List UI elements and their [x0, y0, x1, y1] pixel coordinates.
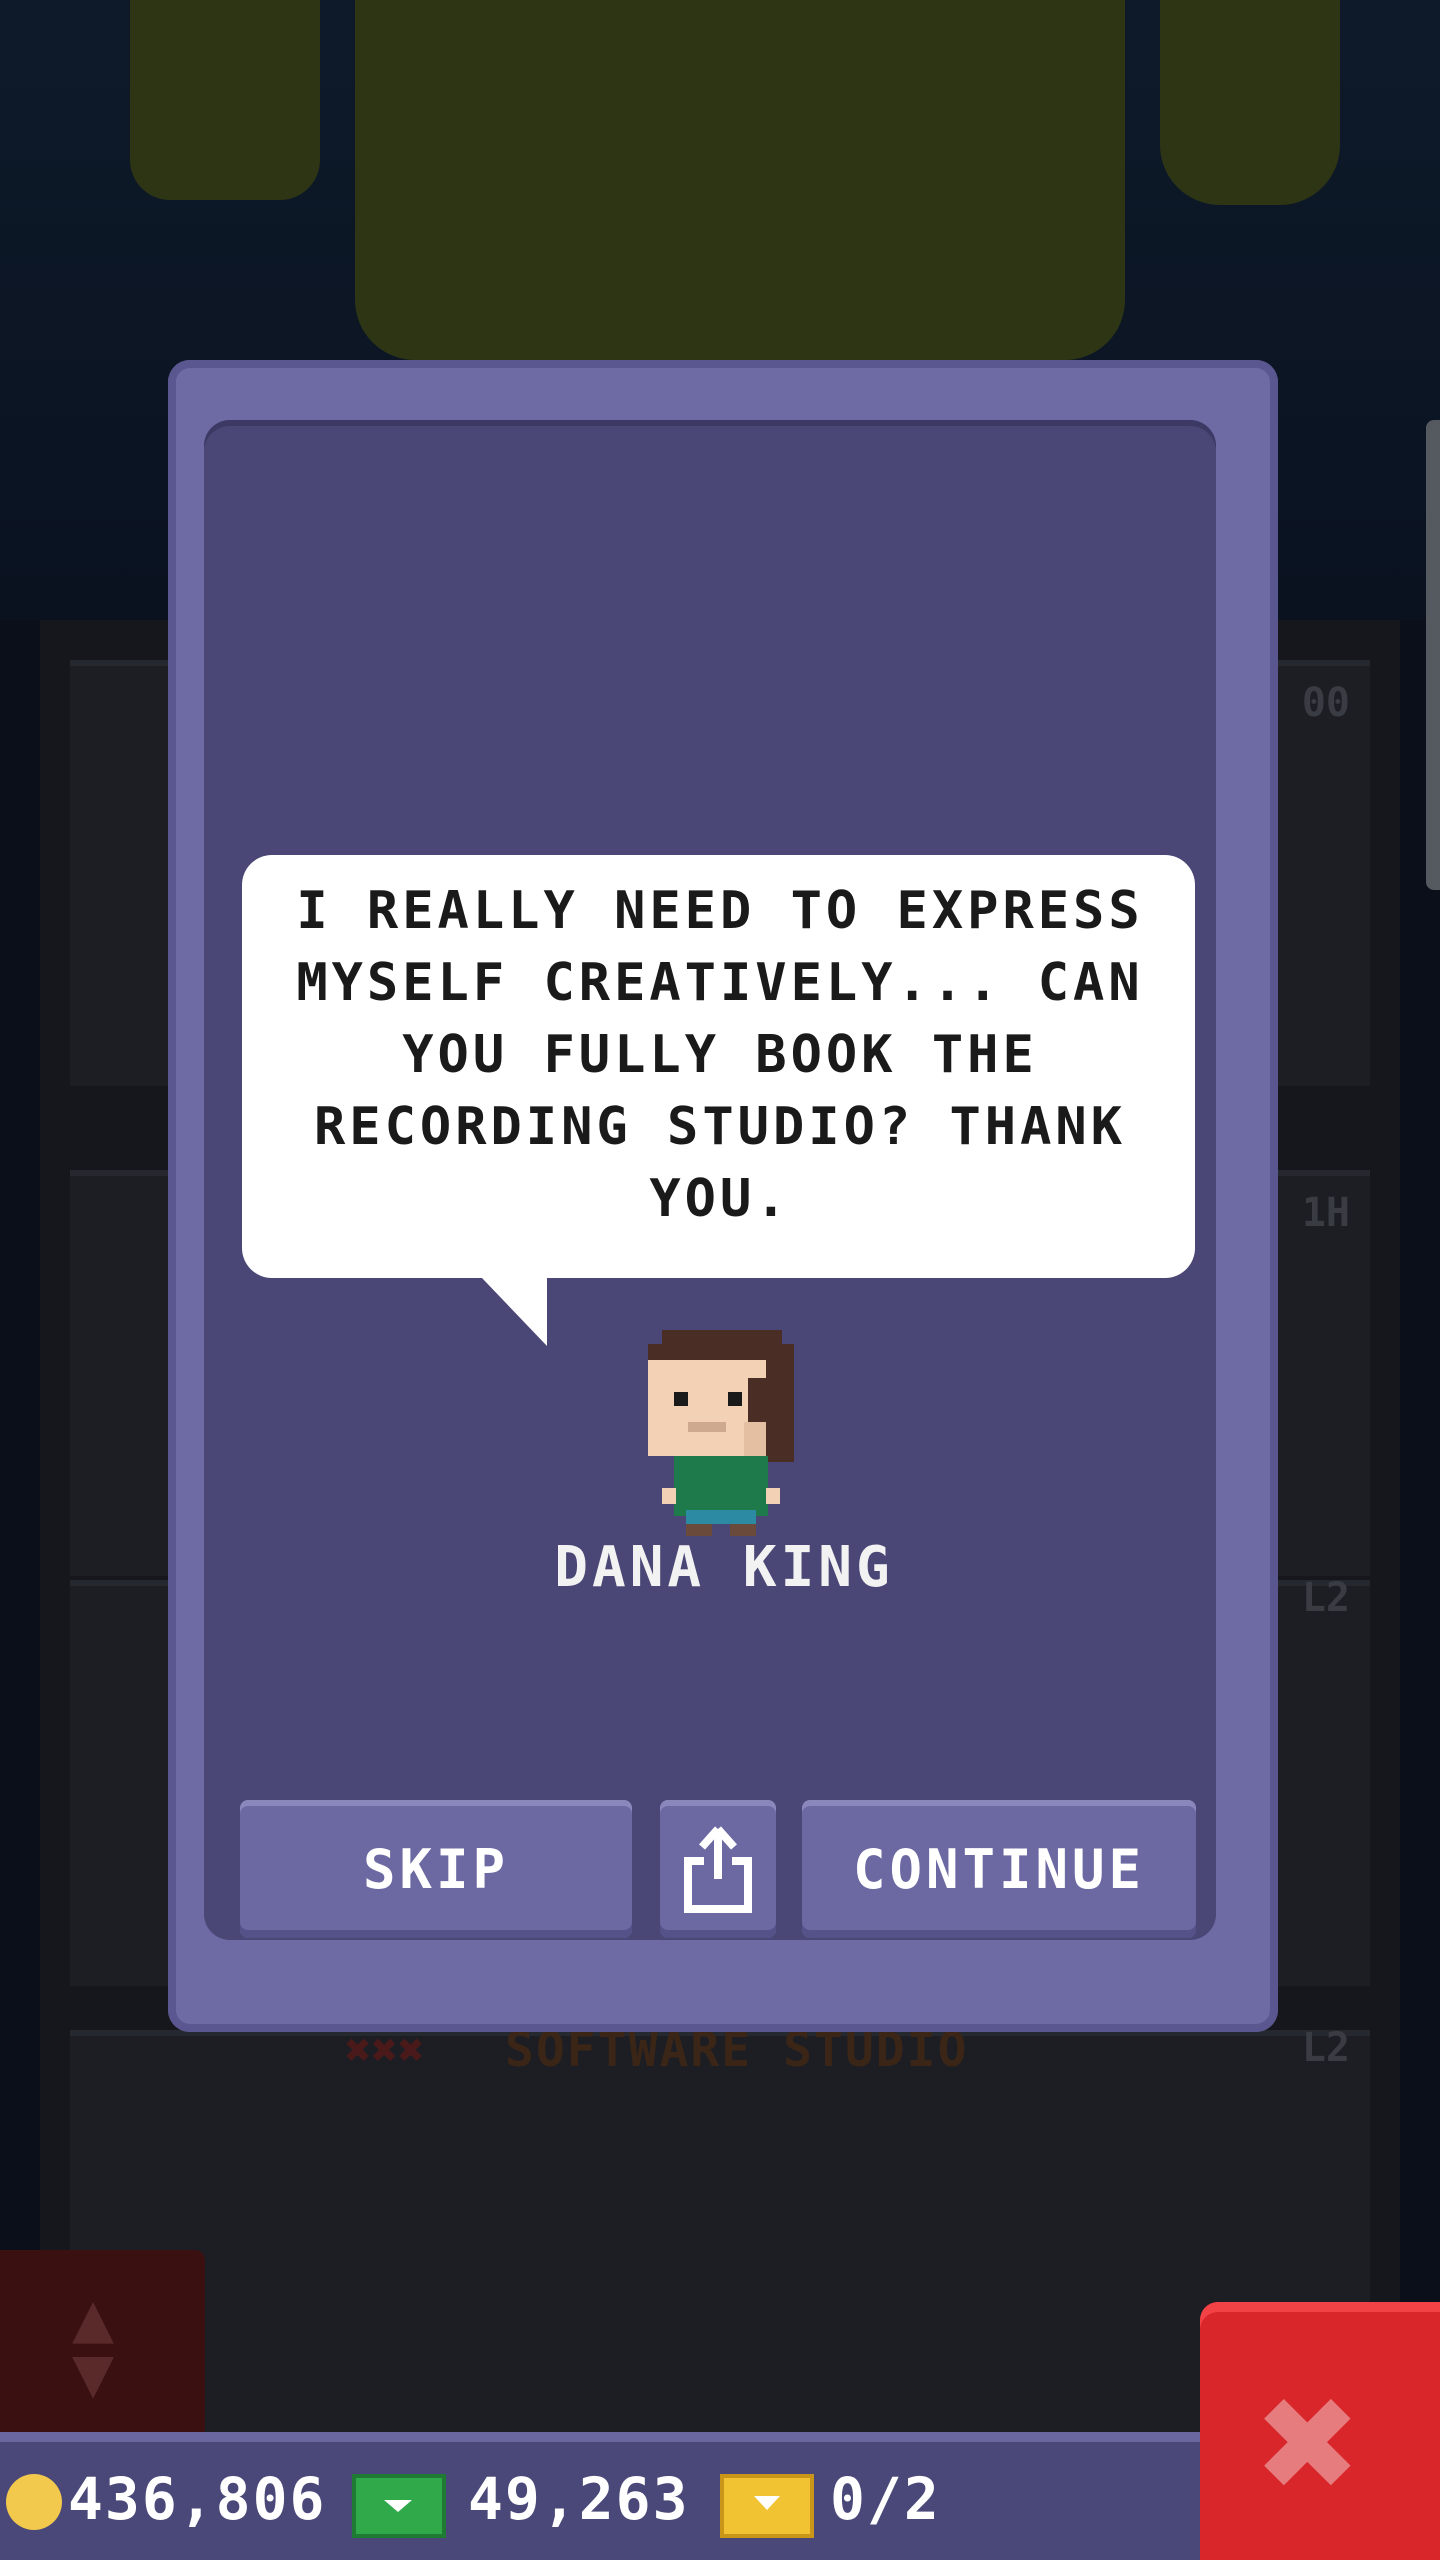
floor-level-label: 00 — [1301, 680, 1350, 726]
cash-icon — [352, 2474, 446, 2538]
coin-icon — [6, 2474, 62, 2530]
share-icon — [684, 1826, 752, 1913]
elevator-arrows-icon: ▲ ▼ — [72, 2276, 115, 2413]
share-button[interactable] — [660, 1800, 776, 1938]
skip-button-label: SKIP — [362, 1837, 510, 1901]
character-name: DANA KING — [554, 1535, 894, 1600]
background-shape — [130, 0, 320, 200]
close-icon: ✖ — [1258, 2344, 1362, 2542]
character-avatar — [648, 1330, 794, 1536]
continue-button[interactable]: CONTINUE — [802, 1800, 1196, 1938]
floor-stars: ✖✖✖ — [345, 2025, 425, 2076]
dialog-quote: I REALLY NEED TO EXPRESS MYSELF CREATIVE… — [296, 881, 1144, 1229]
game-screen: 00 1H L2 ✖✖✖ SOFTWARE STUDIO L2 ▲ ▼ I REA… — [0, 0, 1440, 2560]
bux-count: 0/2 — [830, 2465, 941, 2533]
floor-level-label: L2 — [1301, 1575, 1350, 1621]
cash-count: 49,263 — [468, 2465, 690, 2533]
elevator-button[interactable]: ▲ ▼ — [0, 2250, 205, 2440]
bux-ticket-icon — [720, 2474, 814, 2538]
side-panel-tab[interactable] — [1426, 420, 1440, 890]
speech-bubble-tail — [482, 1278, 547, 1346]
floor-level-label: 1H — [1301, 1190, 1350, 1236]
floor-level-label: L2 — [1301, 2025, 1350, 2071]
background-shape — [1160, 0, 1340, 205]
skip-button[interactable]: SKIP — [240, 1800, 632, 1938]
background-floor — [70, 2030, 1370, 2446]
continue-button-label: CONTINUE — [852, 1837, 1146, 1901]
background-shape — [355, 0, 1125, 360]
close-button[interactable]: ✖ — [1200, 2302, 1440, 2560]
coins-count: 436,806 — [68, 2465, 327, 2533]
